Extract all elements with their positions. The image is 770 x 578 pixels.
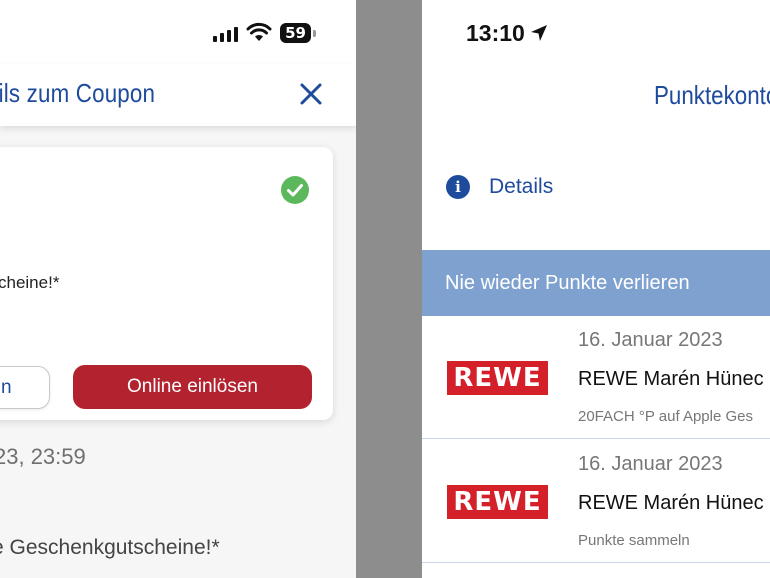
battery-level: 59 — [280, 23, 311, 43]
close-icon[interactable] — [298, 81, 324, 107]
entry-subtitle: 20FACH °P auf Apple Ges — [578, 408, 753, 425]
banner-text: Nie wieder Punkte verlieren — [445, 272, 690, 294]
right-screen: 13:10 Punktekonto i Details Nie wieder P… — [422, 0, 770, 578]
page-title: ails zum Coupon — [0, 78, 156, 108]
status-bar-left: 59 — [0, 0, 356, 64]
signal-icon — [213, 26, 239, 42]
check-circle-icon — [281, 176, 309, 204]
details-link[interactable]: Details — [489, 175, 553, 199]
page-title: Punktekonto — [654, 80, 770, 110]
coupon-description: e Geschenkgutscheine!* — [0, 536, 220, 559]
rewe-logo: REWE — [447, 361, 548, 395]
list-item[interactable]: REWE 16. Januar 2023 REWE Marén Hünec Pu… — [422, 440, 770, 563]
location-arrow-icon — [531, 25, 547, 41]
entry-date: 16. Januar 2023 — [578, 453, 723, 475]
entry-name: REWE Marén Hünec — [578, 368, 764, 390]
info-icon[interactable]: i — [446, 175, 470, 199]
rewe-logo: REWE — [447, 485, 548, 519]
entry-date: 16. Januar 2023 — [578, 329, 723, 351]
valid-until-text: 23, 23:59 — [0, 444, 86, 469]
entry-name: REWE Marén Hünec — [578, 492, 764, 514]
secondary-button-label: n — [1, 377, 12, 398]
promo-banner[interactable]: Nie wieder Punkte verlieren — [422, 250, 770, 316]
secondary-button[interactable]: n — [0, 366, 50, 409]
left-screen: 59 ails zum Coupon cheine!* n Online ein… — [0, 0, 356, 578]
status-time: 13:10 — [466, 20, 525, 46]
battery-icon: 59 — [280, 23, 316, 43]
coupon-text: cheine!* — [0, 273, 60, 292]
wifi-icon — [246, 22, 272, 41]
entry-subtitle: Punkte sammeln — [578, 532, 690, 549]
screen-divider — [356, 0, 422, 578]
redeem-online-button[interactable]: Online einlösen — [73, 365, 312, 409]
list-item[interactable]: REWE 16. Januar 2023 REWE Marén Hünec 20… — [422, 316, 770, 439]
